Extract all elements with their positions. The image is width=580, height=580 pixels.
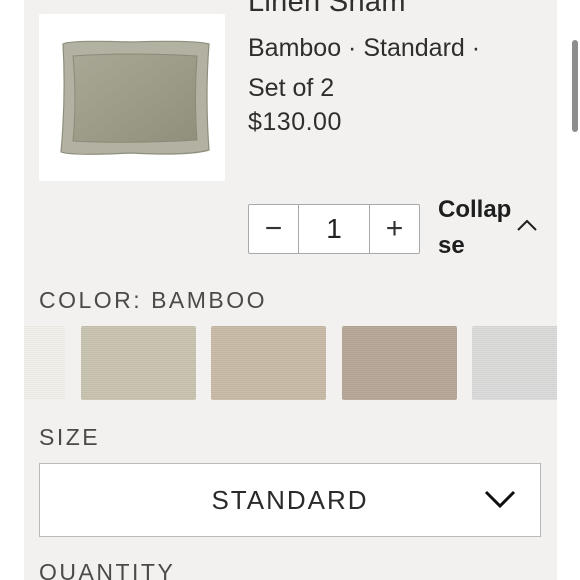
swatch-white[interactable] [24,326,65,400]
swatch-sand[interactable] [211,326,326,400]
pillow-sham-image [60,40,210,155]
product-variant-description: Bamboo · Standard · Set of 2 [248,34,481,102]
quantity-label: QUANTITY [39,559,176,580]
decrement-button[interactable]: − [249,205,299,253]
product-panel: Linen Sham Bamboo · Standard · Set of 2 … [24,0,557,580]
chevron-up-icon[interactable] [516,218,538,232]
chevron-down-icon [484,490,516,509]
scrollbar-thumb[interactable] [572,40,578,132]
product-title: Linen Sham [248,0,406,18]
swatch-taupe[interactable] [342,326,457,400]
product-thumbnail[interactable] [39,14,225,181]
increment-button[interactable]: + [369,205,419,253]
color-label: COLOR: BAMBOO [39,287,268,313]
size-select[interactable]: STANDARD [39,463,541,537]
size-label: SIZE [39,424,101,450]
collapse-button-label[interactable]: Collapse [438,192,518,264]
swatch-bamboo[interactable] [81,326,196,400]
color-swatch-list [24,326,557,400]
product-price: $130.00 [248,108,342,136]
swatch-light-gray[interactable] [472,326,557,400]
quantity-stepper: − 1 + [248,204,420,254]
quantity-value[interactable]: 1 [299,205,369,253]
size-selected-value: STANDARD [211,485,369,515]
